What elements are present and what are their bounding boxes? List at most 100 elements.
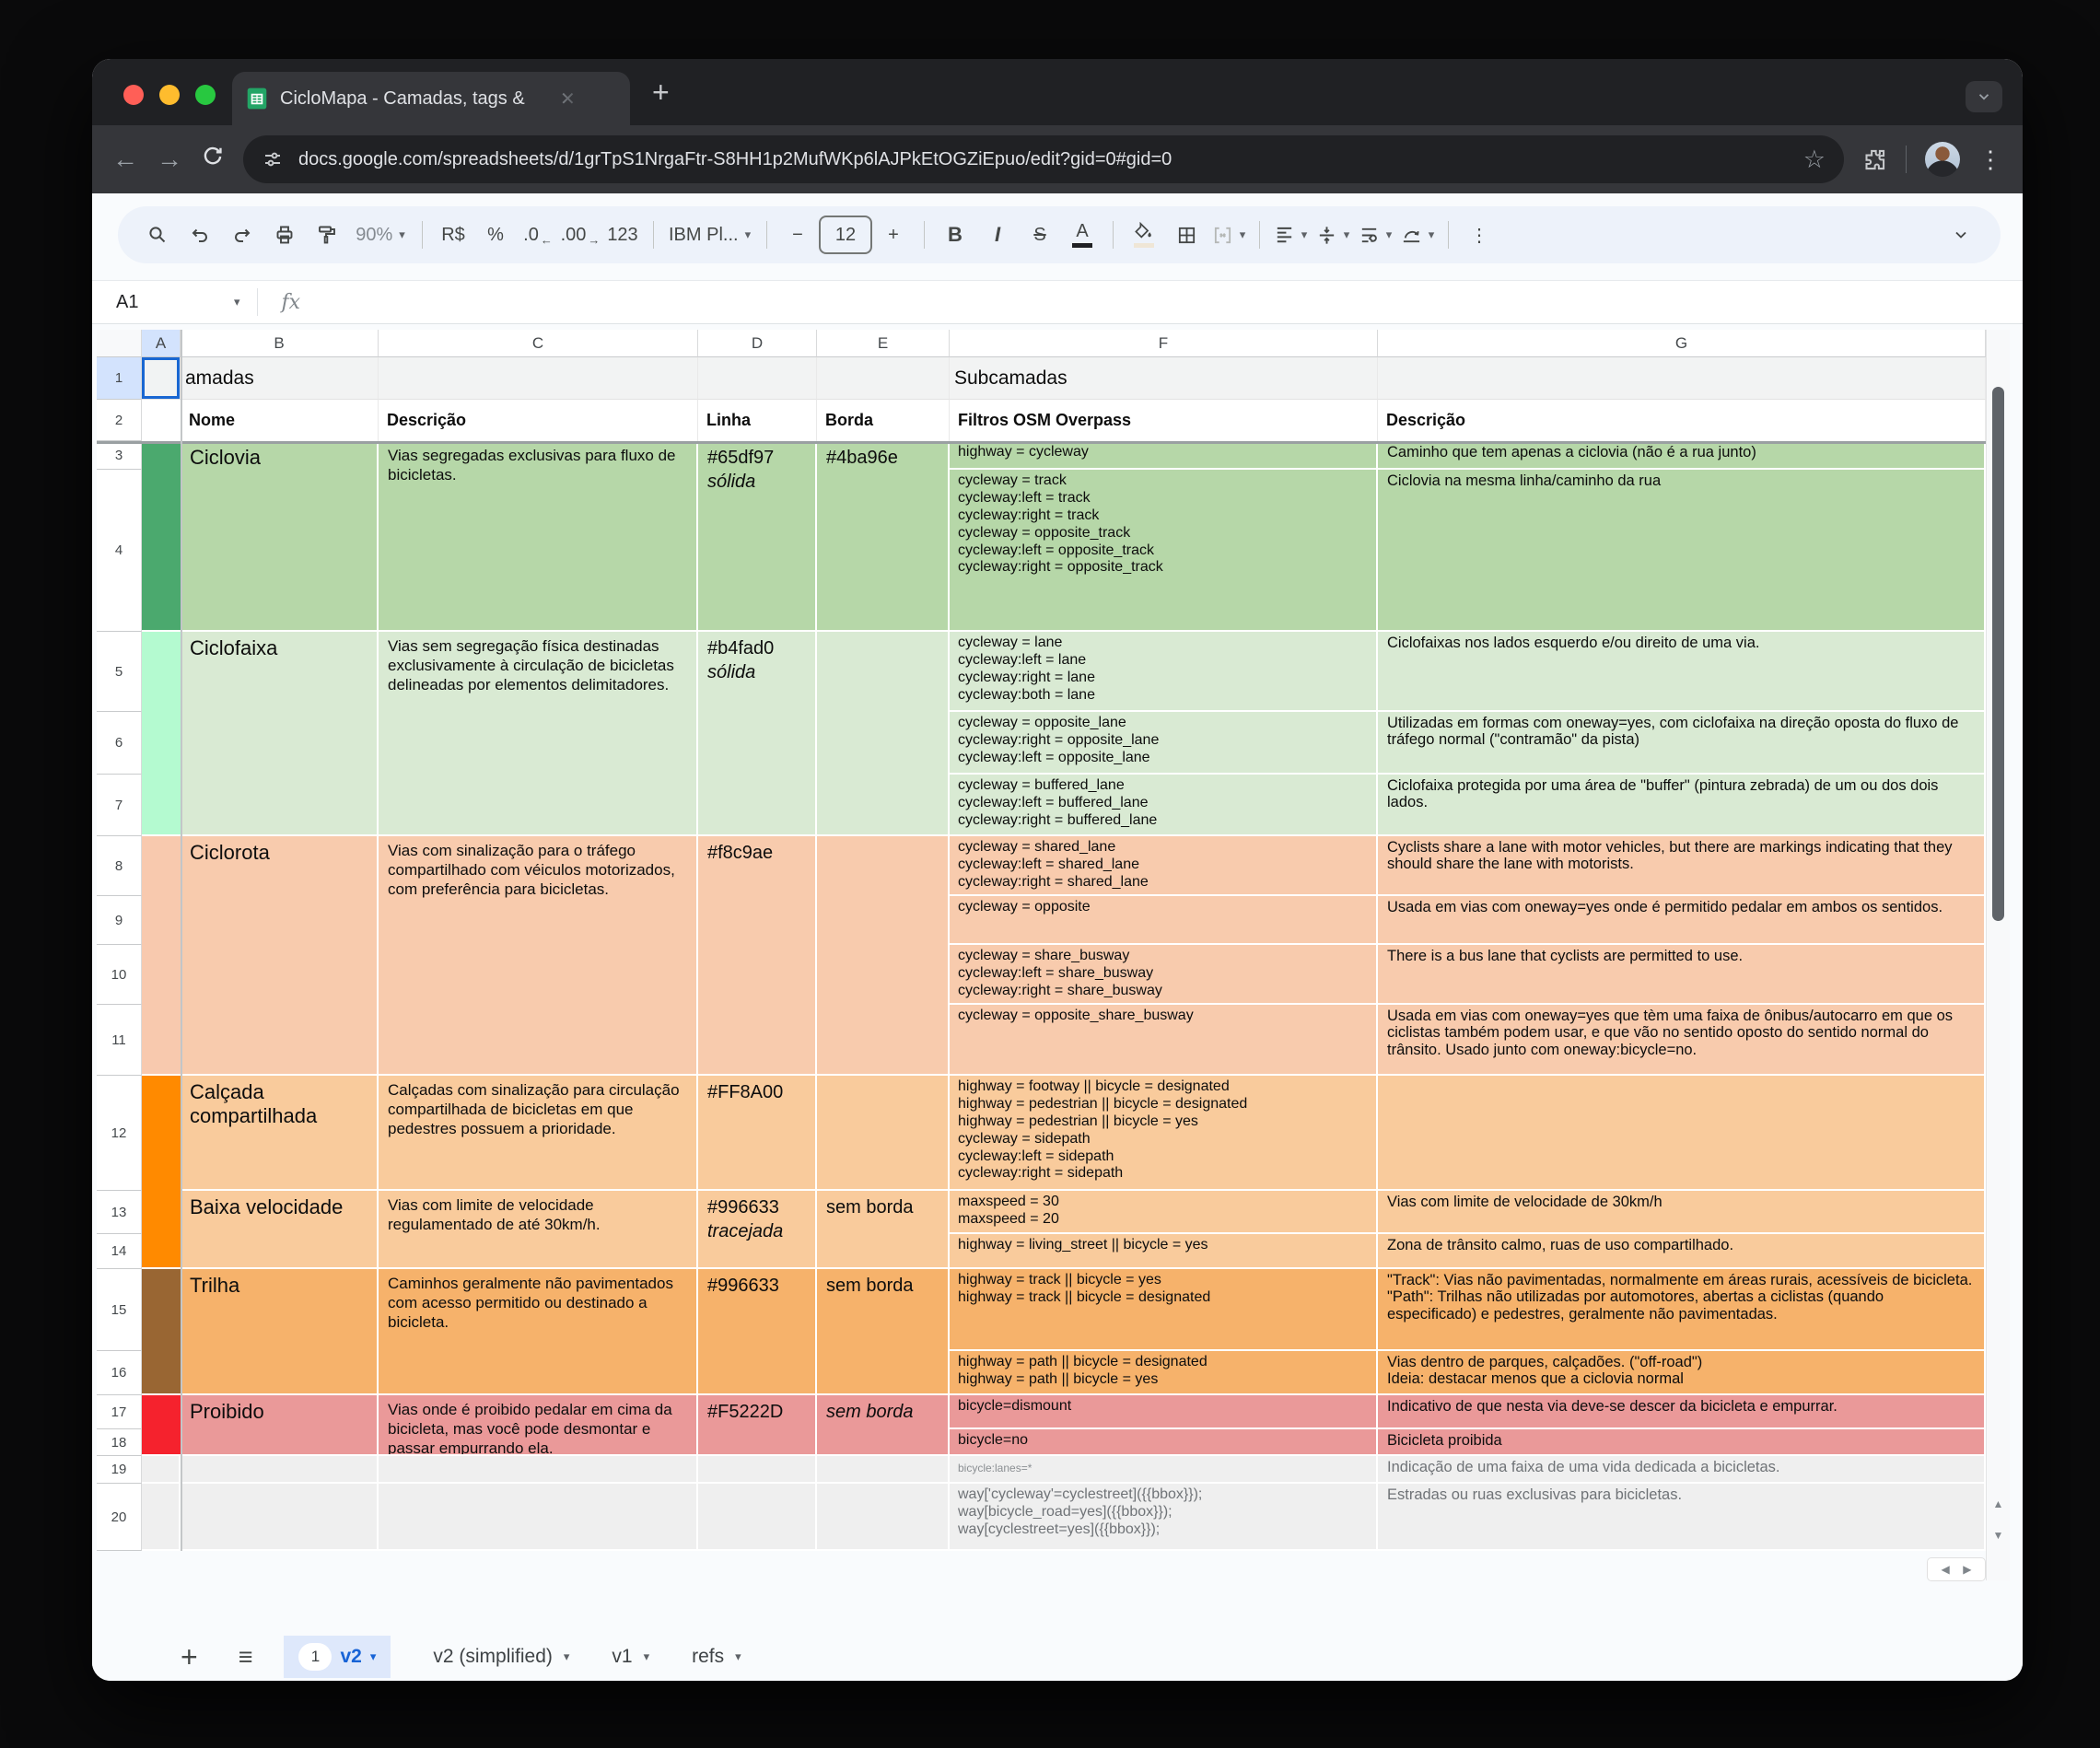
layer-color-strip[interactable] (142, 632, 181, 836)
select-all-corner[interactable] (97, 330, 142, 357)
row-header-1[interactable]: 1 (97, 357, 142, 400)
extensions-icon[interactable] (1862, 147, 1887, 172)
cell-descricao[interactable]: Vias segregadas exclusivas para fluxo de… (379, 441, 698, 632)
layer-color-strip[interactable] (142, 836, 181, 1076)
cell-descricao-G19[interactable]: Indicação de uma faixa de uma vida dedic… (1378, 1456, 1986, 1484)
cell-linha[interactable]: #FF8A00 (698, 1076, 817, 1191)
cell-header-Borda[interactable]: Borda (817, 400, 950, 441)
cell-empty[interactable] (142, 1456, 181, 1484)
sheet-tab-v2-simplified[interactable]: v2 (simplified) ▾ (433, 1646, 569, 1668)
cell-descricao-G3[interactable]: Caminho que tem apenas a ciclovia (não é… (1378, 441, 1986, 470)
cell-empty[interactable] (142, 1484, 181, 1551)
row-header-10[interactable]: 10 (97, 945, 142, 1005)
column-header-A[interactable]: A (142, 330, 181, 357)
collapse-toolbar-chevron-icon[interactable] (1940, 215, 1982, 255)
vertical-align-button[interactable]: ▾ (1312, 215, 1354, 255)
cell-filtros-F4[interactable]: cycleway = trackcycleway:left = trackcyc… (950, 470, 1378, 632)
cell-header-Descrição[interactable]: Descrição (379, 400, 698, 441)
search-icon[interactable] (136, 215, 179, 255)
row-header-19[interactable]: 19 (97, 1456, 142, 1484)
vertical-scrollbar[interactable]: ▲ ▼ (1986, 330, 2010, 1580)
cell-empty[interactable] (698, 1484, 817, 1551)
cell-linha[interactable]: #996633tracejada (698, 1191, 817, 1269)
cell-empty[interactable] (817, 1484, 950, 1551)
decrease-decimal-button[interactable]: .0← (517, 215, 559, 255)
forward-button[interactable]: → (157, 145, 182, 174)
strikethrough-button[interactable]: S (1019, 215, 1061, 255)
cell-borda[interactable]: sem borda (817, 1269, 950, 1395)
cell-filtros-F15[interactable]: highway = track || bicycle = yeshighway … (950, 1269, 1378, 1351)
cell-filtros-F12[interactable]: highway = footway || bicycle = designate… (950, 1076, 1378, 1191)
minimize-window-button[interactable] (159, 85, 180, 105)
cell-descricao-G7[interactable]: Ciclofaixa protegida por uma área de "bu… (1378, 775, 1986, 836)
cell-nome[interactable]: Ciclorota (181, 836, 379, 1076)
paint-format-icon[interactable] (306, 215, 348, 255)
back-button[interactable]: ← (112, 145, 138, 174)
add-sheet-button[interactable]: + (181, 1642, 198, 1672)
cell-filtros-F5[interactable]: cycleway = lanecycleway:left = lanecycle… (950, 632, 1378, 712)
cell-nome[interactable]: Trilha (181, 1269, 379, 1395)
cell-empty[interactable] (181, 1484, 379, 1551)
cell-descricao[interactable]: Vias sem segregação física destinadas ex… (379, 632, 698, 836)
row-header-3[interactable]: 3 (97, 441, 142, 470)
row-header-13[interactable]: 13 (97, 1191, 142, 1234)
cell-linha[interactable]: #996633 (698, 1269, 817, 1395)
cell-borda[interactable] (817, 1076, 950, 1191)
cell-descricao[interactable]: Calçadas com sinalização para circulação… (379, 1076, 698, 1191)
more-formats-button[interactable]: 123 (601, 215, 644, 255)
cell-borda[interactable] (817, 836, 950, 1076)
scroll-left-arrow-icon[interactable]: ◀ (1942, 1563, 1950, 1576)
font-select[interactable]: IBM Pl...▾ (663, 215, 757, 255)
sheet-tab-v1[interactable]: v1 ▾ (612, 1646, 649, 1668)
cell-descricao-G6[interactable]: Utilizadas em formas com oneway=yes, com… (1378, 712, 1986, 775)
format-currency-button[interactable]: R$ (432, 215, 474, 255)
cell-B1[interactable]: amadas (181, 357, 379, 400)
row-header-4[interactable]: 4 (97, 470, 142, 632)
cell-descricao-G13[interactable]: Vias com limite de velocidade de 30km/h (1378, 1191, 1986, 1234)
font-size-input[interactable]: 12 (819, 215, 872, 255)
scroll-up-arrow-icon[interactable]: ▲ (1987, 1497, 2010, 1510)
cell-descricao[interactable]: Vias com sinalização para o tráfego comp… (379, 836, 698, 1076)
horizontal-scrollbar[interactable]: ◀ ▶ (97, 1558, 1986, 1580)
row-header-7[interactable]: 7 (97, 775, 142, 836)
cell-descricao-G14[interactable]: Zona de trânsito calmo, ruas de uso comp… (1378, 1234, 1986, 1269)
cell-nome[interactable]: Ciclovia (181, 441, 379, 632)
cell-header-Filtros OSM Overpass[interactable]: Filtros OSM Overpass (950, 400, 1378, 441)
bookmark-star-icon[interactable]: ☆ (1803, 146, 1826, 174)
name-box-chevron-icon[interactable]: ▾ (234, 295, 240, 309)
layer-color-strip[interactable] (142, 441, 181, 632)
cell-filtros-F20[interactable]: way['cycleway'=cyclestreet]({{bbox}});wa… (950, 1484, 1378, 1551)
cell-empty[interactable] (379, 1456, 698, 1484)
increase-decimal-button[interactable]: .00→ (559, 215, 601, 255)
cell-filtros-F16[interactable]: highway = path || bicycle = designatedhi… (950, 1351, 1378, 1395)
layer-color-strip[interactable] (142, 1076, 181, 1269)
cell-empty[interactable] (181, 1456, 379, 1484)
address-bar[interactable]: docs.google.com/spreadsheets/d/1grTpS1Nr… (243, 135, 1844, 183)
selected-cell-A1[interactable] (142, 357, 181, 400)
row-header-12[interactable]: 12 (97, 1076, 142, 1191)
cell-filtros-F18[interactable]: bicycle=no (950, 1429, 1378, 1456)
all-sheets-menu-icon[interactable]: ≡ (239, 1643, 253, 1672)
row-header-20[interactable]: 20 (97, 1484, 142, 1551)
sheet-tab-refs[interactable]: refs ▾ (692, 1646, 741, 1668)
cell-filtros-F6[interactable]: cycleway = opposite_lanecycleway:right =… (950, 712, 1378, 775)
decrease-font-size-button[interactable]: − (776, 215, 819, 255)
merge-cells-button[interactable]: ▾ (1208, 215, 1250, 255)
new-tab-button[interactable]: + (652, 64, 670, 120)
url-text[interactable]: docs.google.com/spreadsheets/d/1grTpS1Nr… (298, 149, 1789, 170)
cell-nome[interactable]: Baixa velocidade (181, 1191, 379, 1269)
cell-descricao-G4[interactable]: Ciclovia na mesma linha/caminho da rua (1378, 470, 1986, 632)
vertical-scrollbar-thumb[interactable] (1992, 387, 2004, 921)
column-header-E[interactable]: E (817, 330, 950, 357)
cell-nome[interactable]: Calçada compartilhada (181, 1076, 379, 1191)
sheet-tab-chevron-icon[interactable]: ▾ (735, 1649, 741, 1664)
row-header-5[interactable]: 5 (97, 632, 142, 712)
column-header-F[interactable]: F (950, 330, 1378, 357)
text-wrap-button[interactable]: ▾ (1354, 215, 1396, 255)
print-icon[interactable] (263, 215, 306, 255)
profile-avatar[interactable] (1925, 142, 1960, 177)
italic-button[interactable]: I (976, 215, 1019, 255)
cell-descricao-G9[interactable]: Usada em vias com oneway=yes onde é perm… (1378, 896, 1986, 945)
format-percent-button[interactable]: % (474, 215, 517, 255)
cell-linha[interactable]: #65df97sólida (698, 441, 817, 632)
